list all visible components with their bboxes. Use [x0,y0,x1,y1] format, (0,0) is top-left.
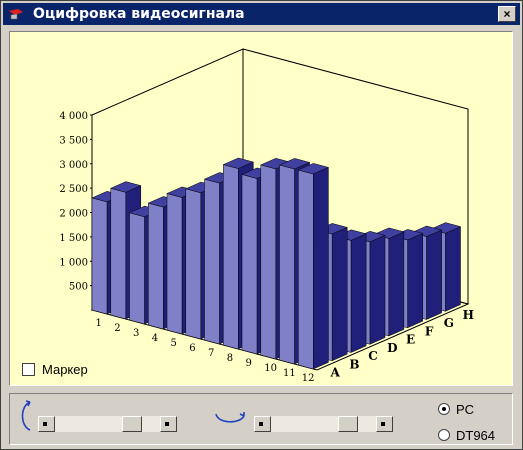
controls-panel: PC DT964 [9,393,513,445]
rotate-vertical-icon [21,400,31,431]
x-axis-label: 1 [96,318,102,329]
y-tick-label: 1 500 [59,233,88,244]
bar-side [445,226,461,312]
rotate-horizontal-icon [215,412,245,423]
scroll-thumb[interactable] [338,416,358,432]
x-axis-label: 6 [189,343,195,354]
bar [298,169,314,370]
y-tick-label: 1 000 [59,257,88,268]
y-tick-label: 3 500 [59,135,88,146]
z-axis-label: E [406,333,415,347]
x-axis-label: 3 [133,328,139,339]
scroll-right-button[interactable] [160,416,177,432]
x-axis-label: 5 [171,338,177,349]
title-bar: Оцифровка видеосигнала × [3,3,520,25]
scroll-right-button[interactable] [376,416,393,432]
y-tick-label: 2 500 [59,184,88,195]
marker-checkbox[interactable] [22,363,35,376]
bar [260,164,277,360]
scroll-left-button[interactable] [38,416,55,432]
y-tick-label: 3 000 [59,160,88,171]
bar [166,193,183,335]
z-axis-label: B [349,357,359,371]
bar [223,164,239,350]
bar [91,197,108,315]
z-axis-label: F [425,324,434,338]
bar-side [313,167,329,370]
z-axis-label: A [330,366,341,380]
scroll-thumb[interactable] [122,416,142,432]
x-axis-label: 7 [208,348,214,359]
z-axis-label: D [387,341,397,355]
x-axis-label: 4 [152,333,158,344]
bar-side [407,233,423,329]
bar [279,164,295,365]
y-tick-label: 500 [69,282,88,293]
bar-side [426,229,442,320]
bar-side [388,231,405,337]
source-radio-pc[interactable] [438,403,450,415]
x-axis-label: 9 [246,358,252,369]
bar-side [369,234,386,345]
bar [204,178,220,345]
bar [185,188,202,340]
bar-side [331,227,348,362]
app-window: Оцифровка видеосигнала × 4 000 3 500 3 000… [0,0,523,450]
x-axis-label: 12 [302,373,315,384]
close-button[interactable]: × [498,6,516,22]
x-axis-label: 2 [114,323,120,334]
x-axis-label: 11 [283,368,296,379]
x-axis-label: 8 [227,353,233,364]
vertical-rotation-scrollbar[interactable] [38,416,177,432]
bar [241,174,258,355]
z-axis-label: H [463,308,474,322]
bar-chart-3d: 4 0003 5003 0002 5002 0001 5001 0005001 2… [59,48,474,384]
window-title: Оцифровка видеосигнала [33,6,245,22]
z-axis-label: G [444,316,454,330]
chart-panel: 4 000 3 500 3 000 2 500 2 000 1 500 1 000 500 1 2… [9,31,513,386]
z-axis-label: C [368,349,378,363]
bar-side [350,233,367,353]
source-radio-dt964[interactable] [438,429,450,441]
bar [129,212,145,325]
app-icon [9,9,23,20]
bar [110,187,127,320]
source-label-dt964: DT964 [456,428,496,443]
bar [148,202,164,330]
x-axis-label: 10 [264,363,277,374]
source-label-pc: PC [456,402,475,417]
marker-label: Маркер [42,362,88,377]
horizontal-rotation-scrollbar[interactable] [254,416,393,432]
y-tick-label: 2 000 [59,209,88,220]
y-tick-label: 4 000 [59,111,88,122]
scroll-left-button[interactable] [254,416,271,432]
